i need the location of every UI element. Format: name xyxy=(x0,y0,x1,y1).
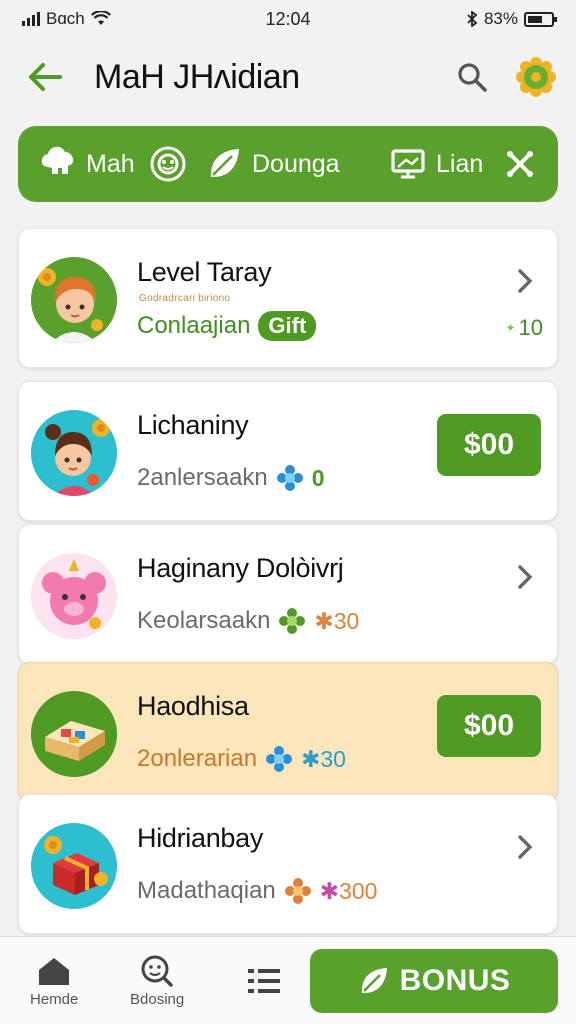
item-subtitle-text: Conlaajian xyxy=(137,312,251,339)
chevron-right-icon[interactable] xyxy=(511,267,539,295)
tab-face[interactable] xyxy=(148,126,188,202)
list-item-highlighted[interactable]: Haodhisa 2onlerarian ✱30 $00 xyxy=(18,662,558,802)
flower-icon xyxy=(276,464,304,492)
item-title: Haodhisa xyxy=(137,691,249,721)
item-badge-number: 30 xyxy=(333,607,360,634)
item-badge-value: ✱300 xyxy=(320,878,378,905)
category-tab-bar: Mah Dounga Lian xyxy=(18,126,558,202)
close-icon xyxy=(507,151,533,177)
avatar xyxy=(31,257,117,343)
chevron-right-icon[interactable] xyxy=(511,563,539,591)
tab-label: Lian xyxy=(436,149,484,178)
monitor-icon xyxy=(388,144,428,184)
settings-button[interactable] xyxy=(514,55,558,99)
battery-icon xyxy=(524,11,557,27)
list-icon xyxy=(248,969,280,993)
page-title: MaH JHʌidian xyxy=(94,58,300,96)
item-badge-number: 300 xyxy=(339,877,378,904)
price-button[interactable]: $00 xyxy=(437,414,541,476)
item-title: Haginany Dolòivrj xyxy=(137,553,344,583)
avatar xyxy=(31,410,117,496)
item-subtitle-text: 2onlerarian xyxy=(137,745,258,772)
back-button[interactable] xyxy=(24,56,66,98)
list-item[interactable]: Level Taray Godradrcari biriono Conlaaji… xyxy=(18,228,558,368)
list-item[interactable]: Hidrianbay Madathaqian ✱300 xyxy=(18,794,558,934)
app-header: MaH JHʌidian xyxy=(0,46,576,108)
item-subtitle: 2onlerarian ✱30 xyxy=(137,745,346,773)
home-icon xyxy=(39,958,70,985)
bonus-label: BONUS xyxy=(399,964,511,997)
chevron-right-icon[interactable] xyxy=(511,833,539,861)
list-item[interactable]: Haginany Dolòivrj Keolarsaakn ✱30 xyxy=(18,524,558,664)
avatar xyxy=(31,823,117,909)
item-title: Level Taray xyxy=(137,257,272,287)
face-circle-icon xyxy=(148,144,188,184)
item-subtitle: Madathaqian ✱300 xyxy=(137,877,377,905)
list-item[interactable]: Lichaniny 2anlersaakn 0 $00 xyxy=(18,381,558,521)
bonus-button[interactable]: BONUS xyxy=(310,949,558,1013)
item-subtitle: Conlaajian Gift xyxy=(137,311,317,341)
battery-percent: 83% xyxy=(483,9,518,28)
avatar xyxy=(31,691,117,777)
nav-label: Hemde xyxy=(30,991,79,1008)
leaf-icon xyxy=(204,144,244,184)
tab-mah[interactable]: Mah xyxy=(38,126,135,202)
status-right: 83% xyxy=(466,9,557,29)
status-left: Bɑch xyxy=(22,9,111,29)
tabbar-close-button[interactable] xyxy=(500,144,540,184)
tab-label: Dounga xyxy=(252,149,340,178)
item-points: ✦ 10 xyxy=(505,315,543,341)
nav-label: Bdosing xyxy=(130,991,185,1008)
tab-label: Mah xyxy=(86,149,135,178)
chef-hat-icon xyxy=(38,144,78,184)
item-subtitle-text: Keolarsaakn xyxy=(137,607,271,634)
item-subtitle: 2anlersaakn 0 xyxy=(137,464,325,492)
nav-browsing[interactable]: Bdosing xyxy=(130,955,184,1008)
bottom-navigation: Hemde Bdosing BONUS xyxy=(0,936,576,1024)
carrier-label: Bɑch xyxy=(46,9,85,28)
star-icon: ✱ xyxy=(301,745,321,772)
flower-icon xyxy=(284,877,312,905)
wifi-icon xyxy=(90,11,111,25)
arrow-left-icon xyxy=(29,63,62,91)
item-badge-number: 30 xyxy=(320,745,346,772)
item-caption: Godradrcari biriono xyxy=(139,293,231,304)
star-icon: ✱ xyxy=(314,607,334,634)
leaf-icon xyxy=(361,968,387,994)
star-icon: ✱ xyxy=(319,877,340,904)
item-points-value: 10 xyxy=(518,315,543,340)
status-bar: Bɑch 12:04 83% xyxy=(0,0,576,38)
sparkle-icon: ✦ xyxy=(505,321,516,335)
item-subtitle-text: Madathaqian xyxy=(137,877,276,904)
item-badge-value: ✱30 xyxy=(301,746,346,773)
item-title: Hidrianbay xyxy=(137,823,264,853)
search-emoji-icon xyxy=(141,955,173,987)
tab-dounga[interactable]: Dounga xyxy=(204,126,340,202)
bluetooth-icon xyxy=(467,11,478,27)
price-button[interactable]: $00 xyxy=(437,695,541,757)
avatar xyxy=(31,553,117,639)
signal-icon xyxy=(22,12,40,26)
nav-home[interactable]: Hemde xyxy=(30,955,78,1008)
flower-icon xyxy=(265,745,293,773)
clover-icon xyxy=(278,607,306,635)
search-icon xyxy=(458,63,487,92)
gift-badge: Gift xyxy=(258,311,317,341)
item-subtitle-text: 2anlersaakn xyxy=(137,464,268,491)
item-badge-value: ✱30 xyxy=(314,608,359,635)
item-title: Lichaniny xyxy=(137,410,249,440)
item-badge-value: 0 xyxy=(311,464,325,491)
search-button[interactable] xyxy=(452,57,492,97)
nav-menu[interactable] xyxy=(246,967,282,995)
tab-lian[interactable]: Lian xyxy=(388,126,483,202)
gear-icon xyxy=(516,57,556,97)
item-subtitle: Keolarsaakn ✱30 xyxy=(137,607,359,635)
